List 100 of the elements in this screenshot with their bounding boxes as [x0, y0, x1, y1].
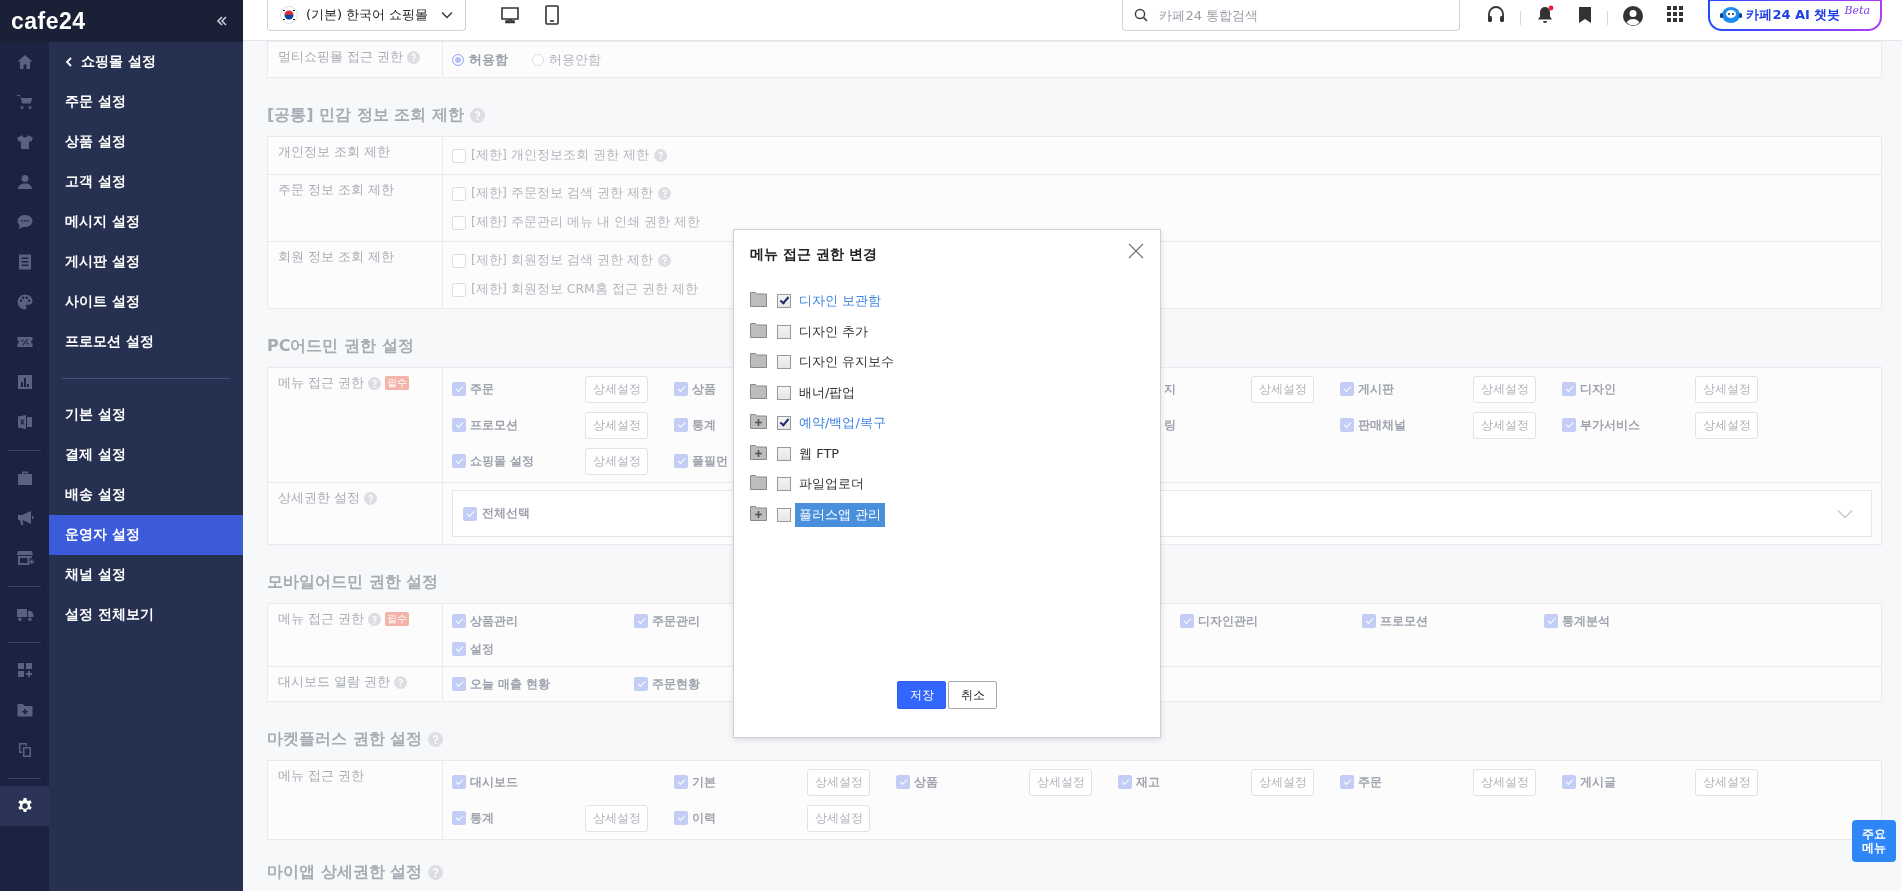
- checkbox[interactable]: [452, 382, 466, 396]
- tree-item[interactable]: 디자인 추가: [795, 319, 873, 344]
- tree-item[interactable]: 디자인 보관함: [795, 283, 886, 319]
- checkbox[interactable]: [452, 642, 466, 656]
- folder-icon[interactable]: [750, 473, 767, 491]
- checkbox[interactable]: [452, 677, 466, 691]
- shop-select[interactable]: (기본) 한국어 쇼핑몰: [267, 0, 466, 31]
- sidebar-item[interactable]: 배송 설정: [49, 475, 243, 515]
- checkbox[interactable]: [777, 324, 791, 339]
- megaphone-icon[interactable]: [15, 509, 34, 527]
- rail-item[interactable]: [0, 786, 49, 826]
- tree-item[interactable]: 디자인 유지보수: [795, 350, 899, 375]
- checkbox[interactable]: [896, 775, 910, 789]
- help-icon[interactable]: [428, 731, 444, 747]
- checkbox[interactable]: [777, 294, 791, 309]
- home-icon[interactable]: [15, 53, 34, 71]
- cancel-button[interactable]: 취소: [948, 681, 997, 709]
- checkbox[interactable]: [777, 416, 791, 431]
- help-icon[interactable]: [657, 254, 671, 267]
- help-icon[interactable]: [367, 377, 381, 390]
- folder-plus-icon[interactable]: [750, 503, 767, 521]
- folder-icon[interactable]: [750, 381, 767, 399]
- checkbox[interactable]: [674, 454, 688, 468]
- bell-icon[interactable]: [1535, 5, 1556, 25]
- gear-icon[interactable]: [15, 797, 34, 815]
- sidebar-item[interactable]: 메시지 설정: [49, 202, 243, 242]
- checkbox[interactable]: [1340, 382, 1354, 396]
- shirt-icon[interactable]: [15, 133, 34, 151]
- help-icon[interactable]: [367, 613, 381, 626]
- folder-icon[interactable]: [15, 701, 34, 719]
- checkbox[interactable]: [452, 811, 466, 825]
- help-icon[interactable]: [393, 676, 407, 689]
- save-button[interactable]: 저장: [897, 681, 946, 709]
- sidebar-item[interactable]: 프로모션 설정: [49, 322, 243, 362]
- bag-icon[interactable]: [15, 469, 34, 487]
- checkbox[interactable]: [674, 811, 688, 825]
- search-field[interactable]: 카페24 통합검색: [1122, 0, 1461, 31]
- help-icon[interactable]: [653, 149, 667, 162]
- help-icon[interactable]: [406, 51, 420, 64]
- checkbox[interactable]: [674, 775, 688, 789]
- checkbox[interactable]: [1340, 775, 1354, 789]
- chat-icon[interactable]: [15, 213, 34, 231]
- desktop-icon[interactable]: [500, 5, 520, 25]
- folder-icon[interactable]: [750, 320, 767, 338]
- help-icon[interactable]: [469, 107, 485, 123]
- checkbox[interactable]: [1562, 382, 1576, 396]
- checkbox[interactable]: [1562, 418, 1576, 432]
- sidebar-item[interactable]: 결제 설정: [49, 435, 243, 475]
- chart-icon[interactable]: [15, 373, 34, 391]
- help-icon[interactable]: [657, 187, 671, 200]
- checkbox[interactable]: [452, 614, 466, 628]
- help-icon[interactable]: [428, 864, 444, 880]
- chatbot-button[interactable]: 카페24 AI 챗봇 $^{Beta}$: [1708, 0, 1882, 31]
- sidebar-item[interactable]: 주문 설정: [49, 82, 243, 122]
- checkbox[interactable]: [1118, 775, 1132, 789]
- bookmark-icon[interactable]: [1577, 5, 1594, 25]
- checkbox[interactable]: [674, 418, 688, 432]
- checkbox[interactable]: [452, 775, 466, 789]
- sidebar-item[interactable]: 설정 전체보기: [49, 595, 243, 635]
- checkbox[interactable]: [1362, 614, 1376, 628]
- folder-plus-icon[interactable]: [750, 442, 767, 460]
- store-icon[interactable]: [15, 549, 34, 567]
- sheet-icon[interactable]: [15, 413, 34, 431]
- checkbox[interactable]: [1562, 775, 1576, 789]
- checkbox[interactable]: [674, 382, 688, 396]
- cart-icon[interactable]: [15, 93, 34, 111]
- folder-icon[interactable]: [750, 290, 767, 308]
- sidebar-item[interactable]: 게시판 설정: [49, 242, 243, 282]
- folder-icon[interactable]: [750, 351, 767, 369]
- headset-icon[interactable]: [1486, 5, 1507, 25]
- close-icon[interactable]: [1128, 243, 1144, 259]
- sidebar-item[interactable]: 상품 설정: [49, 122, 243, 162]
- person-icon[interactable]: [15, 173, 34, 191]
- checkbox[interactable]: [1180, 614, 1194, 628]
- sidebar-item[interactable]: 운영자 설정: [49, 515, 243, 555]
- checkbox[interactable]: [777, 507, 791, 522]
- tree-item[interactable]: 웹 FTP: [795, 441, 844, 466]
- collapse-icon[interactable]: [215, 14, 229, 28]
- checkbox[interactable]: [777, 385, 791, 400]
- checkbox[interactable]: [1340, 418, 1354, 432]
- checkbox[interactable]: [1544, 614, 1558, 628]
- sidebar-item[interactable]: 사이트 설정: [49, 282, 243, 322]
- checkbox[interactable]: [463, 506, 477, 521]
- checkbox[interactable]: [452, 454, 466, 468]
- checkbox[interactable]: [634, 614, 648, 628]
- checkbox[interactable]: [634, 677, 648, 691]
- tree-item[interactable]: 배너/팝업: [795, 380, 860, 405]
- sidebar-item[interactable]: 기본 설정: [49, 395, 243, 435]
- main-menu-button[interactable]: 주요 메뉴: [1852, 820, 1896, 862]
- apps-icon[interactable]: [1666, 5, 1685, 23]
- tree-item[interactable]: 예약/백업/복구: [795, 405, 890, 441]
- help-icon[interactable]: [364, 492, 377, 505]
- palette-icon[interactable]: [15, 293, 34, 311]
- tablet-icon[interactable]: [544, 5, 560, 25]
- checkbox[interactable]: [777, 477, 791, 492]
- sidebar-item[interactable]: 채널 설정: [49, 555, 243, 595]
- folder-plus-icon[interactable]: [750, 412, 767, 430]
- checkbox[interactable]: [777, 446, 791, 461]
- sidebar-item[interactable]: 고객 설정: [49, 162, 243, 202]
- checkbox[interactable]: [452, 418, 466, 432]
